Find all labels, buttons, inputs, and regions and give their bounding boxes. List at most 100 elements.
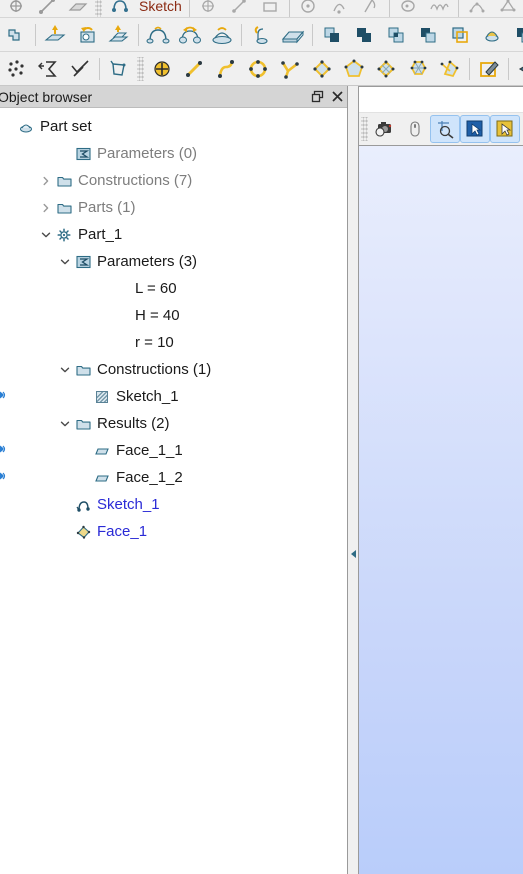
boolean-fill-icon[interactable]	[444, 20, 476, 50]
sketch-line-icon[interactable]	[224, 0, 255, 17]
face-result-icon	[92, 469, 112, 487]
multi-fillet-icon[interactable]	[402, 54, 434, 84]
tree-item[interactable]: Constructions (7)	[0, 167, 347, 194]
tree-item[interactable]: Part set	[0, 113, 347, 140]
point-icon[interactable]	[0, 0, 31, 17]
parameters-icon	[73, 145, 93, 163]
tree-item[interactable]: L = 60	[0, 275, 347, 302]
chevron-down-icon[interactable]	[38, 227, 54, 243]
multi-point-icon[interactable]	[0, 54, 32, 84]
sum-icon[interactable]	[32, 54, 64, 84]
tree-item[interactable]: Parameters (3)	[0, 248, 347, 275]
tree-item[interactable]: Parts (1)	[0, 194, 347, 221]
sketch-edit-icon[interactable]	[473, 54, 505, 84]
arc-draw-icon[interactable]	[210, 54, 242, 84]
highlight-pointer-icon[interactable]	[490, 115, 520, 143]
boolean-common-icon[interactable]	[380, 20, 412, 50]
chevron-down-icon[interactable]	[57, 416, 73, 432]
revolution-cut-icon[interactable]	[174, 20, 206, 50]
visibility-indicator-icon[interactable]	[0, 470, 11, 484]
chevron-down-icon[interactable]	[57, 362, 73, 378]
extrusion-fuse-icon[interactable]	[103, 20, 135, 50]
sketch-feature-icon	[73, 496, 93, 514]
pentagon-face-icon[interactable]	[338, 54, 370, 84]
interaction-style-icon[interactable]	[400, 115, 430, 143]
chevron-right-icon[interactable]	[38, 173, 54, 189]
revolution-icon[interactable]	[142, 20, 174, 50]
icon-spacer	[111, 280, 131, 298]
tree-item[interactable]: Results (2)	[0, 410, 347, 437]
boolean-split-icon[interactable]	[508, 20, 523, 50]
fillet-icon[interactable]	[370, 54, 402, 84]
splitter-collapse-arrow[interactable]	[349, 548, 357, 560]
tree-item[interactable]: Part_1	[0, 221, 347, 248]
revolution-fuse-icon[interactable]	[206, 20, 238, 50]
circle-icon[interactable]	[293, 0, 324, 17]
arc-icon[interactable]	[324, 0, 355, 17]
mirror-icon[interactable]	[512, 54, 523, 84]
tree-item[interactable]: Face_1_2	[0, 464, 347, 491]
tree-item-label: Results (2)	[97, 415, 170, 432]
sketch-point-icon[interactable]	[193, 0, 224, 17]
point-add-icon[interactable]	[146, 54, 178, 84]
boolean-fuse-icon[interactable]	[348, 20, 380, 50]
tree-item-label: Sketch_1	[97, 496, 160, 513]
tree-item[interactable]: Parameters (0)	[0, 140, 347, 167]
sketch-face-icon[interactable]	[103, 54, 135, 84]
part-icon	[54, 226, 74, 244]
tree-item[interactable]: Face_1	[0, 518, 347, 545]
dump-view-icon[interactable]	[370, 115, 400, 143]
spline-icon[interactable]	[424, 0, 455, 17]
bspline-icon[interactable]	[462, 0, 493, 17]
group-icon[interactable]	[0, 20, 32, 50]
toolbar-grip[interactable]	[95, 0, 102, 17]
check-icon[interactable]	[64, 54, 96, 84]
panel-splitter[interactable]	[348, 86, 358, 874]
ellipse-arc-icon[interactable]	[393, 0, 424, 17]
selection-pointer-icon[interactable]	[460, 115, 490, 143]
extrusion-cut-icon[interactable]	[71, 20, 103, 50]
object-browser-title: Object browser	[0, 88, 93, 105]
object-browser-titlebar: Object browser	[0, 86, 347, 108]
plane-icon[interactable]	[62, 0, 93, 17]
tree-item[interactable]: Constructions (1)	[0, 356, 347, 383]
ellipse-icon[interactable]	[355, 0, 386, 17]
toolbar-grip[interactable]	[361, 117, 368, 141]
line-draw-icon[interactable]	[178, 54, 210, 84]
projection-icon[interactable]	[493, 0, 523, 17]
tree-item[interactable]: Face_1_1	[0, 437, 347, 464]
toolbar-separator	[388, 0, 390, 17]
sketch-plane-icon[interactable]	[104, 0, 135, 17]
tree-item-label: Sketch_1	[116, 388, 179, 405]
chevron-right-icon[interactable]	[38, 200, 54, 216]
partition-icon[interactable]	[476, 20, 508, 50]
boolean-cut-icon[interactable]	[316, 20, 348, 50]
quad-face-icon[interactable]	[306, 54, 338, 84]
tree-item[interactable]: H = 40	[0, 302, 347, 329]
tree-item[interactable]: Sketch_1	[0, 491, 347, 518]
zoom-select-icon[interactable]	[430, 115, 460, 143]
line-icon[interactable]	[31, 0, 62, 17]
chevron-down-icon[interactable]	[57, 254, 73, 270]
tree-item[interactable]: r = 10	[0, 329, 347, 356]
visibility-indicator-icon[interactable]	[0, 389, 11, 403]
polyline-icon[interactable]	[274, 54, 306, 84]
circle-draw-icon[interactable]	[242, 54, 274, 84]
viewer-canvas[interactable]	[359, 146, 523, 874]
rectangle-icon[interactable]	[255, 0, 286, 17]
tree-item[interactable]: Sketch_1	[0, 383, 347, 410]
pipe-icon[interactable]	[245, 20, 277, 50]
close-icon[interactable]	[327, 87, 347, 107]
float-button[interactable]	[307, 87, 327, 107]
visibility-indicator-icon[interactable]	[0, 443, 11, 457]
boolean-smash-icon[interactable]	[412, 20, 444, 50]
split-sketch-icon[interactable]	[434, 54, 466, 84]
object-tree[interactable]: Part set Parameters (0) Constructions (7) P…	[0, 108, 347, 873]
toolbar-grip[interactable]	[137, 56, 144, 81]
tree-item-label: Part_1	[78, 226, 123, 243]
extrusion-icon[interactable]	[39, 20, 71, 50]
toolbar-separator	[469, 57, 470, 80]
box-icon[interactable]	[277, 20, 309, 50]
